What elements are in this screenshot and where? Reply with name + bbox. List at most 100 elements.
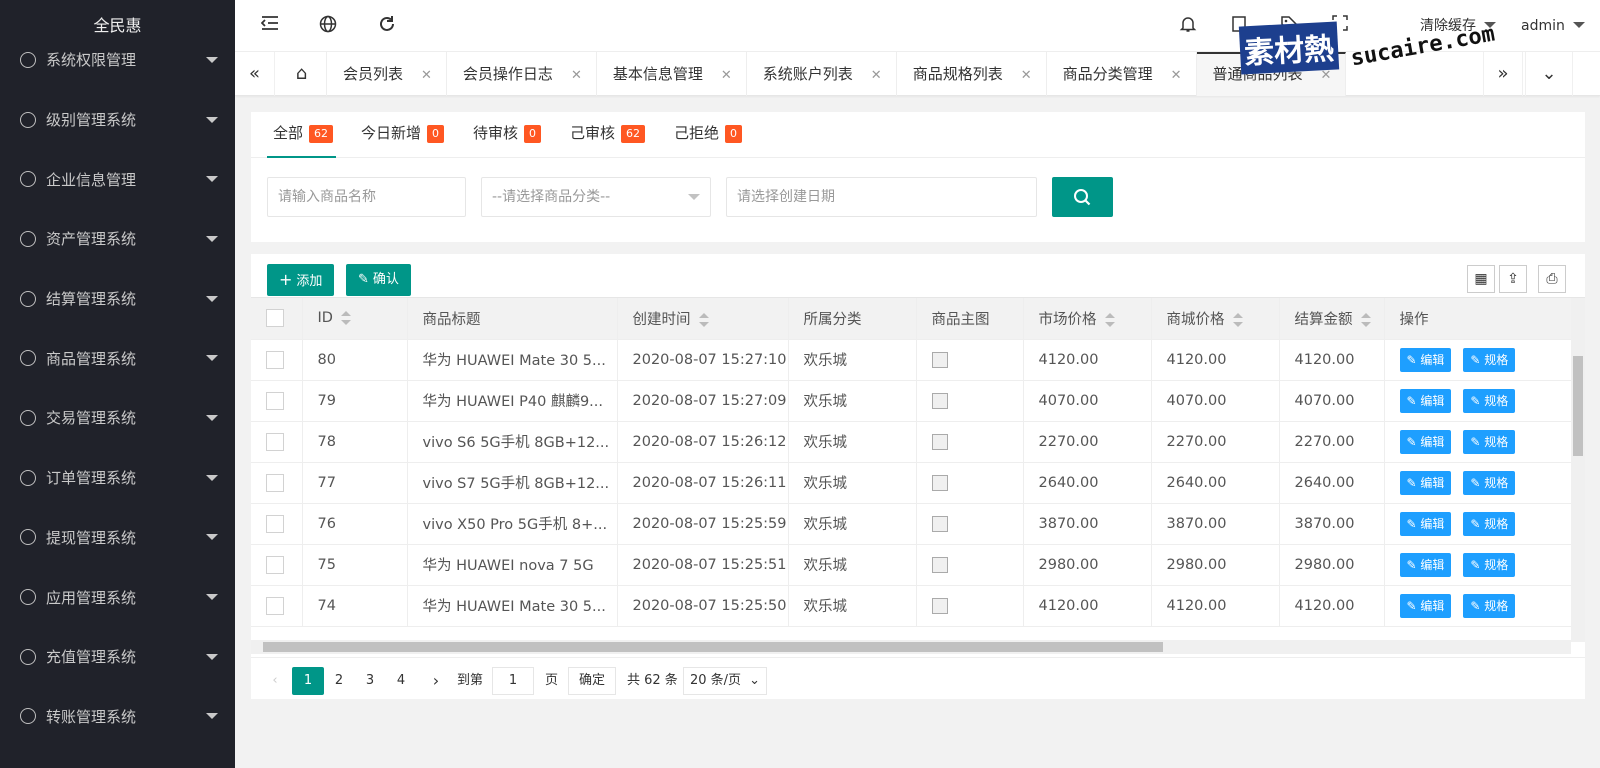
spec-button[interactable]: ✎ 规格: [1463, 470, 1516, 495]
horizontal-scroll-thumb[interactable]: [263, 642, 1163, 652]
sort-icon[interactable]: [698, 312, 709, 327]
print-icon[interactable]: ⎙: [1538, 265, 1566, 293]
note-icon[interactable]: [1228, 15, 1250, 37]
sidebar-item[interactable]: 转账管理系统: [0, 687, 235, 747]
tab[interactable]: 商品规格列表 ✕: [897, 52, 1047, 96]
page-number[interactable]: 4: [389, 667, 413, 695]
column-header[interactable]: ID: [302, 298, 408, 340]
sort-icon[interactable]: [1360, 312, 1371, 327]
page-number[interactable]: 2: [327, 667, 351, 695]
edit-button[interactable]: ✎ 编辑: [1399, 429, 1452, 454]
vertical-scroll-thumb[interactable]: [1573, 356, 1583, 456]
add-button[interactable]: + 添加: [267, 264, 335, 296]
tabs-scroll-right-icon[interactable]: »: [1483, 52, 1523, 96]
spec-button[interactable]: ✎ 规格: [1463, 429, 1516, 454]
sidebar-item[interactable]: 商品管理系统: [0, 328, 235, 388]
edit-button[interactable]: ✎ 编辑: [1399, 552, 1452, 577]
next-page-icon[interactable]: ›: [426, 667, 446, 695]
filter-tab-label: 全部: [273, 124, 304, 142]
select-all-checkbox[interactable]: [266, 309, 284, 328]
row-checkbox[interactable]: [266, 473, 284, 492]
spec-button[interactable]: ✎ 规格: [1463, 388, 1516, 413]
search-button[interactable]: [1052, 177, 1113, 217]
column-header[interactable]: 市场价格: [1023, 298, 1152, 340]
tab[interactable]: 系统账户列表 ✕: [747, 52, 897, 96]
vertical-scrollbar[interactable]: [1571, 298, 1585, 642]
filter-tab[interactable]: 全部 62: [267, 112, 336, 158]
close-icon[interactable]: ✕: [1021, 68, 1032, 83]
sidebar-item[interactable]: 充值管理系统: [0, 627, 235, 687]
sidebar-item[interactable]: 资产管理系统: [0, 209, 235, 269]
goto-confirm-button[interactable]: 确定: [568, 667, 616, 695]
tabs-scroll-left-icon[interactable]: «: [235, 52, 275, 96]
close-icon[interactable]: ✕: [421, 68, 432, 83]
page-number[interactable]: 3: [358, 667, 382, 695]
per-page-select[interactable]: 20 条/页 ⌄: [683, 667, 767, 695]
close-icon[interactable]: ✕: [1321, 68, 1332, 83]
home-tab-icon[interactable]: ⌂: [277, 52, 327, 96]
row-checkbox[interactable]: [266, 596, 284, 615]
sort-icon[interactable]: [1104, 312, 1115, 327]
globe-icon[interactable]: [317, 15, 339, 37]
spec-button[interactable]: ✎ 规格: [1463, 593, 1516, 618]
close-icon[interactable]: ✕: [721, 68, 732, 83]
category-select[interactable]: --请选择商品分类--: [481, 177, 711, 217]
tab[interactable]: 会员操作日志 ✕: [447, 52, 597, 96]
tabs-menu-chevron-icon[interactable]: ⌄: [1525, 52, 1573, 96]
tag-icon[interactable]: [1278, 15, 1300, 37]
spec-button[interactable]: ✎ 规格: [1463, 347, 1516, 372]
sidebar-item[interactable]: 企业信息管理: [0, 149, 235, 209]
close-icon[interactable]: ✕: [871, 68, 882, 83]
tab[interactable]: 会员列表 ✕: [327, 52, 447, 96]
sidebar-item[interactable]: 提现管理系统: [0, 508, 235, 568]
row-checkbox[interactable]: [266, 350, 284, 369]
user-menu[interactable]: admin: [1521, 0, 1586, 52]
sort-icon[interactable]: [1232, 312, 1243, 327]
filter-tab[interactable]: 己审核 62: [570, 112, 646, 158]
tab[interactable]: 商品分类管理 ✕: [1047, 52, 1197, 96]
filter-tab[interactable]: 己拒绝 0: [674, 112, 743, 158]
horizontal-scrollbar[interactable]: [251, 640, 1571, 654]
tab[interactable]: 基本信息管理 ✕: [597, 52, 747, 96]
export-icon[interactable]: ⇪: [1499, 265, 1527, 293]
row-checkbox[interactable]: [266, 514, 284, 533]
sort-icon[interactable]: [340, 311, 351, 326]
sidebar-item[interactable]: 订单管理系统: [0, 448, 235, 508]
column-header[interactable]: 商城价格: [1151, 298, 1280, 340]
clear-cache-menu[interactable]: 清除缓存: [1420, 0, 1497, 52]
row-checkbox[interactable]: [266, 432, 284, 451]
tab[interactable]: 普通商品列表 ✕: [1196, 52, 1347, 96]
columns-icon[interactable]: ▦: [1467, 265, 1495, 293]
prev-page-icon[interactable]: ‹: [265, 667, 285, 695]
menu-fold-icon[interactable]: [259, 15, 281, 37]
row-checkbox[interactable]: [266, 391, 284, 410]
cell-category: 欢乐城: [788, 585, 917, 627]
close-icon[interactable]: ✕: [571, 68, 582, 83]
sidebar-item[interactable]: 交易管理系统: [0, 388, 235, 448]
filter-tab[interactable]: 今日新增 0: [361, 112, 445, 158]
create-date-input[interactable]: 请选择创建日期: [726, 177, 1037, 217]
edit-button[interactable]: ✎ 编辑: [1399, 388, 1452, 413]
close-icon[interactable]: ✕: [1171, 68, 1182, 83]
filter-tab[interactable]: 待审核 0: [473, 112, 542, 158]
edit-button[interactable]: ✎ 编辑: [1399, 511, 1452, 536]
column-header[interactable]: 结算金额: [1279, 298, 1385, 340]
sidebar-item[interactable]: 级别管理系统: [0, 90, 235, 150]
edit-button[interactable]: ✎ 编辑: [1399, 593, 1452, 618]
column-header[interactable]: 创建时间: [617, 298, 789, 340]
sidebar-item[interactable]: 应用管理系统: [0, 567, 235, 627]
page-number[interactable]: 1: [292, 667, 324, 695]
row-checkbox[interactable]: [266, 555, 284, 574]
edit-button[interactable]: ✎ 编辑: [1399, 347, 1452, 372]
sidebar-item[interactable]: 结算管理系统: [0, 269, 235, 329]
edit-button[interactable]: ✎ 编辑: [1399, 470, 1452, 495]
bell-icon[interactable]: [1177, 15, 1199, 37]
cell-settle-amount: 2640.00: [1279, 462, 1385, 504]
confirm-button[interactable]: ✎ 确认: [346, 264, 411, 296]
fullscreen-icon[interactable]: [1329, 15, 1351, 37]
spec-button[interactable]: ✎ 规格: [1463, 552, 1516, 577]
goto-page-input[interactable]: 1: [492, 667, 534, 695]
product-name-input[interactable]: 请输入商品名称: [267, 177, 466, 217]
spec-button[interactable]: ✎ 规格: [1463, 511, 1516, 536]
refresh-icon[interactable]: [376, 15, 398, 37]
